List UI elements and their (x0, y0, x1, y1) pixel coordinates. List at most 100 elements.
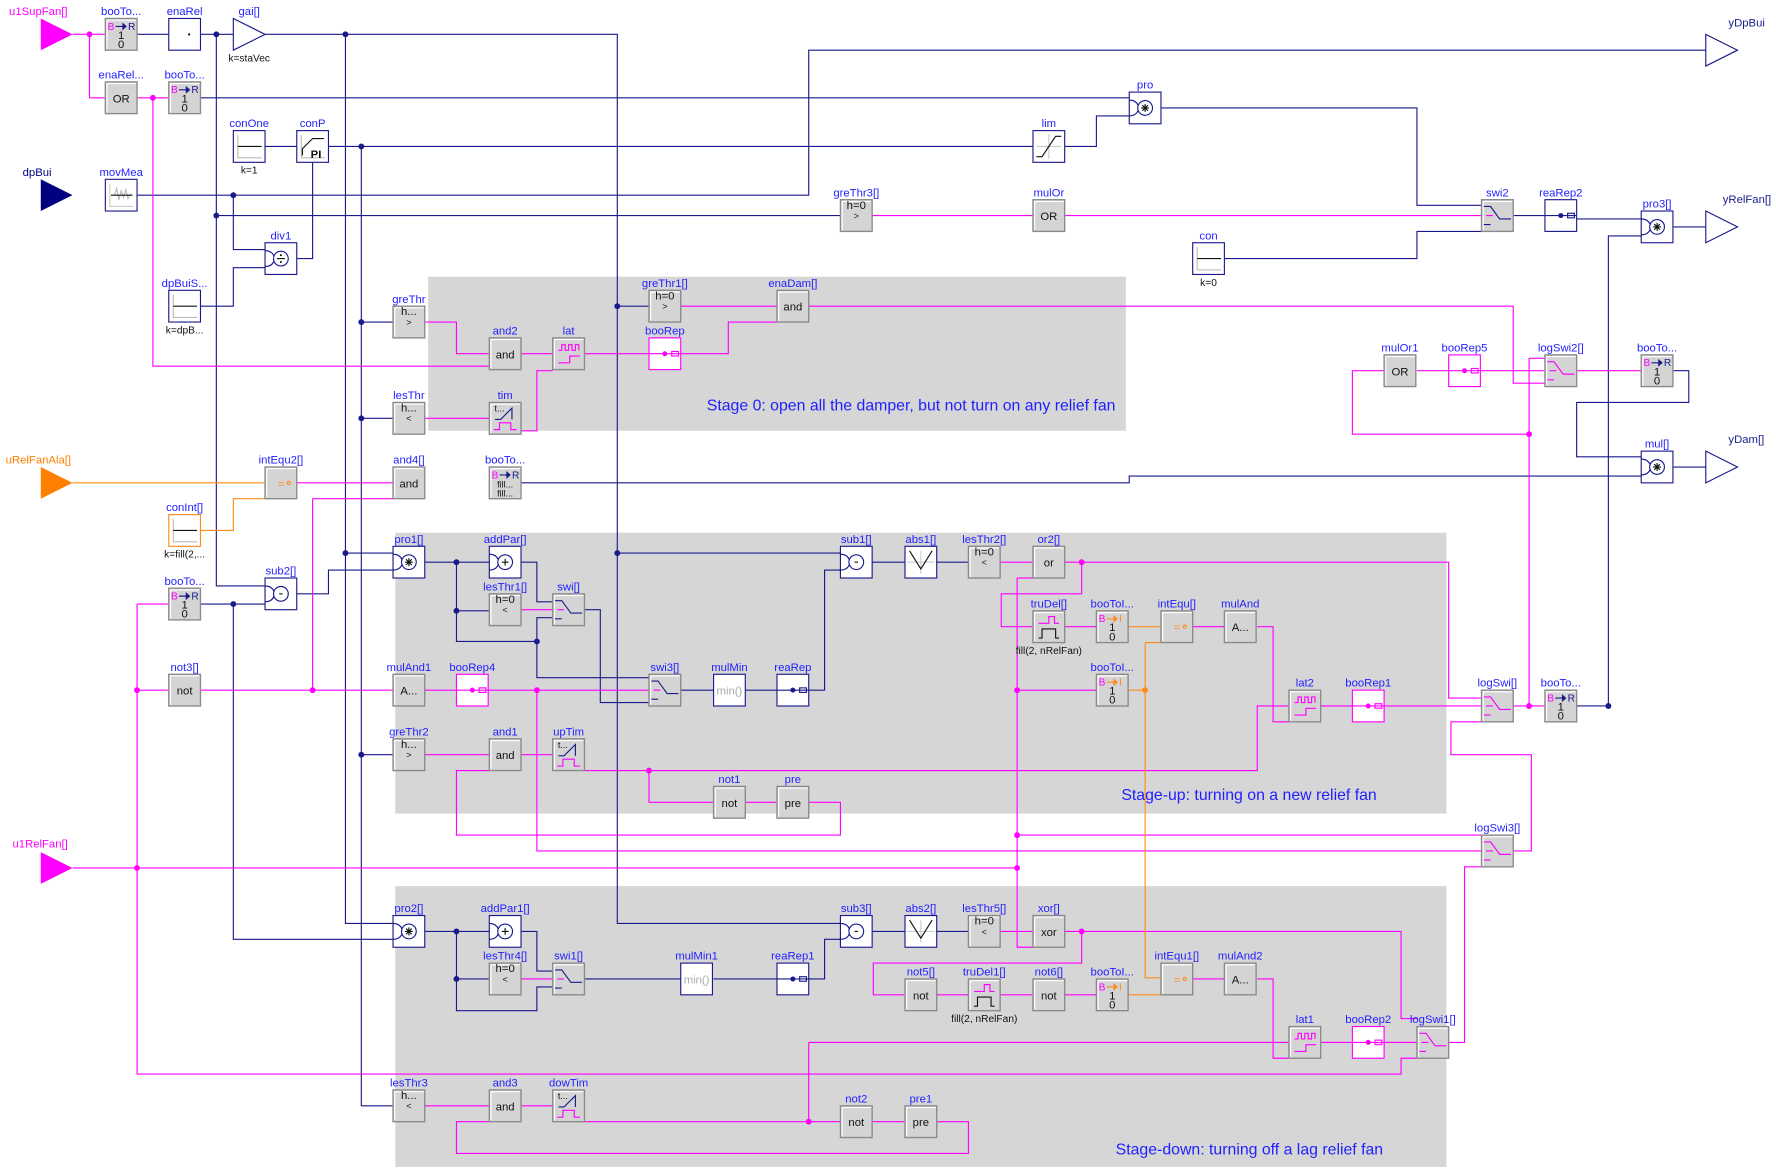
block-lesThr4[interactable]: lesThr4[]h=0< (483, 951, 527, 996)
block-logSwi1[interactable]: logSwi1[] (1410, 1014, 1456, 1059)
block-not3[interactable]: not3[] not (168, 662, 202, 707)
glyph-b: B (108, 22, 115, 33)
block-not6[interactable]: not6[] not (1032, 967, 1066, 1012)
block-greThr1[interactable]: greThr1[]h=0> (642, 278, 688, 323)
block-intEqu1[interactable]: intEqu1[] = (1154, 951, 1199, 996)
block-abs2[interactable]: abs2[] (904, 903, 938, 948)
block-logSwi2[interactable]: logSwi2[] (1538, 342, 1584, 388)
block-label: conOne (229, 118, 269, 130)
block-booTo3[interactable]: booTo...B R10 (1637, 342, 1677, 387)
block-lesThr1[interactable]: lesThr1[]h=0< (483, 581, 527, 627)
block-parameter: fill(2, nRelFan) (951, 1014, 1017, 1025)
block-mulMin[interactable]: mulMin min() (711, 662, 748, 707)
block-upTim[interactable]: upTim t... (552, 726, 586, 772)
input-uRelFanAla[interactable] (40, 467, 73, 499)
block-conInt[interactable]: conInt[] k=fill(2,... (164, 502, 205, 560)
block-con[interactable]: con k=0 (1192, 230, 1225, 289)
block-booRep4[interactable]: booRep4 (449, 662, 495, 707)
block-swi1[interactable]: swi1[] (552, 951, 586, 996)
block-lesThr2[interactable]: lesThr2[]h=0< (962, 534, 1006, 579)
block-gai[interactable]: gai[] k=staVec (228, 6, 270, 64)
block-logSwi[interactable]: logSwi[] (1478, 678, 1518, 723)
block-pro3[interactable]: pro3[] (1640, 199, 1674, 244)
block-logSwi3[interactable]: logSwi3[] (1474, 823, 1520, 868)
block-mul[interactable]: mul[] (1640, 439, 1674, 484)
block-mulAnd1[interactable]: mulAnd1 A... (387, 662, 432, 707)
block-pre1[interactable]: pre1 pre (904, 1093, 938, 1139)
block-intEqu2[interactable]: intEqu2[] = (259, 455, 304, 500)
block-lesThr5[interactable]: lesThr5[]h=0< (962, 903, 1006, 948)
block-booTo5[interactable]: booTo...B R10 (1541, 678, 1581, 723)
block-pro2[interactable]: pro2[] (392, 903, 426, 948)
block-dowTim[interactable]: dowTimt... (549, 1078, 588, 1123)
block-enaRel[interactable]: enaRel (167, 6, 203, 51)
block-booTo1[interactable]: booTo...B R10 (101, 6, 141, 51)
stage0-note: Stage 0: open all the damper, but not tu… (707, 397, 1116, 414)
block-movMea[interactable]: movMea (99, 167, 144, 212)
input-dpBui[interactable] (40, 179, 73, 212)
block-greThr3[interactable]: greThr3[]h=0> (833, 187, 879, 233)
block-swi3[interactable]: swi3[] (648, 662, 682, 707)
glyph-target: I (1119, 678, 1122, 689)
block-sub3[interactable]: sub3[] (839, 903, 873, 948)
block-booRep5[interactable]: booRep5 (1442, 342, 1488, 388)
output-yDam[interactable] (1705, 450, 1739, 484)
block-dpBuiS[interactable]: dpBuiS... k=dpB... (162, 278, 208, 336)
block-greThr2[interactable]: greThr2h...> (389, 726, 429, 772)
block-swi2[interactable]: swi2 (1480, 187, 1514, 233)
block-text: OR (1391, 366, 1408, 378)
block-mulOr[interactable]: mulOr OR (1032, 187, 1066, 233)
block-intEqu[interactable]: intEqu[] = (1158, 598, 1196, 644)
block-mulAnd[interactable]: mulAnd A... (1221, 598, 1259, 644)
block-sub2[interactable]: sub2[] (264, 566, 298, 611)
block-lesThr[interactable]: lesThrh...< (392, 390, 426, 435)
block-reaRep[interactable]: reaRep (774, 662, 811, 707)
glyph-b: B (171, 592, 178, 603)
block-and1[interactable]: and1 and (488, 726, 522, 772)
output-yDpBui[interactable] (1705, 33, 1739, 67)
block-body (1288, 689, 1322, 723)
block-lesThr3[interactable]: lesThr3h...< (390, 1078, 428, 1123)
block-mulAnd2[interactable]: mulAnd2 A... (1218, 951, 1263, 996)
block-lim[interactable]: lim (1032, 118, 1066, 163)
block-greThr[interactable]: greThrh...> (392, 294, 426, 339)
block-and3[interactable]: and3 and (488, 1078, 522, 1123)
block-booToFill[interactable]: booTo...B Rfill...fill... (485, 455, 525, 500)
block-label: or2[] (1038, 534, 1061, 546)
glyph-target: I (1119, 614, 1122, 625)
block-or2[interactable]: or2[] or (1032, 534, 1066, 579)
block-booToI3[interactable]: booToI...B I10 (1091, 967, 1134, 1012)
output-yRelFan[interactable] (1705, 210, 1739, 244)
block-booTo4[interactable]: booTo...B R10 (164, 576, 204, 621)
block-label: booTo... (485, 455, 525, 467)
block-mulMin1[interactable]: mulMin1 min() (675, 951, 718, 996)
input-u1SupFan[interactable] (40, 18, 73, 51)
block-swi[interactable]: swi[] (552, 581, 586, 627)
block-pro[interactable]: pro (1128, 80, 1162, 125)
glyph-target: R (128, 22, 135, 33)
junction-dot (1526, 703, 1533, 709)
block-booToI2[interactable]: booToI...B I10 (1091, 662, 1134, 707)
block-conOne[interactable]: conOne k=1 (229, 118, 269, 176)
input-u1RelFan[interactable] (40, 852, 73, 884)
equal-glyph: = (1174, 974, 1181, 986)
block-booRep[interactable]: booRep (645, 325, 685, 371)
block-conP[interactable]: conP PI (296, 118, 330, 163)
block-pro1[interactable]: pro1[] (392, 534, 426, 579)
block-enaRelOr[interactable]: enaRel... OR (99, 70, 144, 115)
block-not5[interactable]: not5[] not (904, 967, 938, 1012)
block-booToI1[interactable]: booToI...B I10 (1091, 598, 1134, 643)
block-booTo2[interactable]: booTo...B R10 (164, 70, 204, 115)
block-div1[interactable]: div1 (264, 230, 298, 276)
block-mulOr1[interactable]: mulOr1 OR (1381, 342, 1419, 388)
block-reaRep1[interactable]: reaRep1 (771, 951, 815, 996)
block-and4[interactable]: and4[] and (392, 455, 426, 500)
block-reaRep2[interactable]: reaRep2 (1539, 187, 1582, 232)
block-booRep2[interactable]: booRep2 (1345, 1014, 1391, 1059)
block-label: booTo... (101, 6, 141, 18)
block-abs1[interactable]: abs1[] (904, 534, 938, 579)
block-sub1[interactable]: sub1[] (839, 534, 873, 579)
block-booRep1[interactable]: booRep1 (1345, 678, 1391, 723)
block-and2[interactable]: and2 and (488, 325, 522, 371)
block-addPar[interactable]: addPar[] (484, 534, 527, 579)
